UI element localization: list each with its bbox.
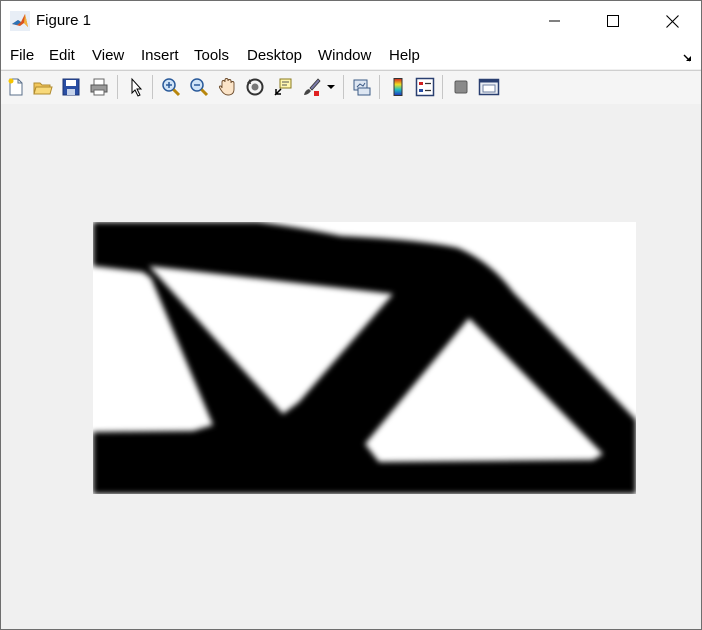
- new-figure-button[interactable]: [5, 76, 27, 98]
- minimize-button[interactable]: [526, 1, 584, 41]
- chevron-down-icon: [327, 84, 335, 90]
- insert-colorbar-icon: [388, 77, 408, 97]
- close-icon: [665, 14, 679, 28]
- toolbar-separator: [343, 75, 344, 99]
- topology-image: [93, 222, 636, 494]
- edit-plot-button[interactable]: [125, 76, 147, 98]
- close-button[interactable]: [643, 1, 701, 41]
- show-plot-tools-icon: [478, 77, 500, 97]
- open-file-button[interactable]: [32, 76, 54, 98]
- menu-insert[interactable]: Insert: [141, 47, 179, 64]
- hide-plot-tools-icon: [451, 77, 471, 97]
- toolbar-separator: [379, 75, 380, 99]
- brush-button[interactable]: [300, 76, 322, 98]
- brush-icon: [301, 77, 321, 97]
- data-cursor-button[interactable]: [272, 76, 294, 98]
- zoom-in-icon: [161, 77, 181, 97]
- figure-window: Figure 1 File Edit View Insert Tools Des…: [0, 0, 702, 630]
- figure-toolbar: [1, 70, 701, 105]
- insert-legend-icon: [415, 77, 435, 97]
- link-plot-button[interactable]: [351, 76, 373, 98]
- insert-legend-button[interactable]: [414, 76, 436, 98]
- matlab-icon: [10, 11, 30, 31]
- menu-help[interactable]: Help: [389, 47, 420, 64]
- maximize-icon: [607, 15, 619, 27]
- hide-plot-tools-button[interactable]: [450, 76, 472, 98]
- toolbar-separator: [117, 75, 118, 99]
- menu-desktop[interactable]: Desktop: [247, 47, 302, 64]
- maximize-button[interactable]: [584, 1, 642, 41]
- menu-tools[interactable]: Tools: [194, 47, 229, 64]
- menu-bar: File Edit View Insert Tools Desktop Wind…: [1, 41, 701, 69]
- link-plot-icon: [352, 77, 372, 97]
- save-figure-button[interactable]: [60, 76, 82, 98]
- print-figure-icon: [89, 77, 109, 97]
- open-file-icon: [33, 77, 53, 97]
- show-plot-tools-button[interactable]: [478, 76, 500, 98]
- figure-canvas[interactable]: [1, 104, 701, 629]
- menu-window[interactable]: Window: [318, 47, 371, 64]
- minimize-icon: [549, 20, 561, 22]
- dock-arrow-icon[interactable]: [683, 50, 693, 68]
- window-title: Figure 1: [36, 12, 92, 29]
- new-figure-icon: [6, 77, 26, 97]
- data-cursor-icon: [273, 77, 293, 97]
- save-figure-icon: [61, 77, 81, 97]
- menu-view[interactable]: View: [92, 47, 124, 64]
- brush-dropdown[interactable]: [324, 76, 338, 98]
- toolbar-separator: [152, 75, 153, 99]
- zoom-in-button[interactable]: [160, 76, 182, 98]
- title-bar[interactable]: Figure 1: [1, 1, 701, 41]
- edit-plot-icon: [126, 77, 146, 97]
- pan-button[interactable]: [216, 76, 238, 98]
- toolbar-separator: [442, 75, 443, 99]
- rotate-3d-button[interactable]: [244, 76, 266, 98]
- zoom-out-button[interactable]: [188, 76, 210, 98]
- print-figure-button[interactable]: [88, 76, 110, 98]
- zoom-out-icon: [189, 77, 209, 97]
- pan-icon: [217, 77, 237, 97]
- menu-edit[interactable]: Edit: [49, 47, 75, 64]
- insert-colorbar-button[interactable]: [387, 76, 409, 98]
- rotate-3d-icon: [245, 77, 265, 97]
- menu-file[interactable]: File: [10, 47, 34, 64]
